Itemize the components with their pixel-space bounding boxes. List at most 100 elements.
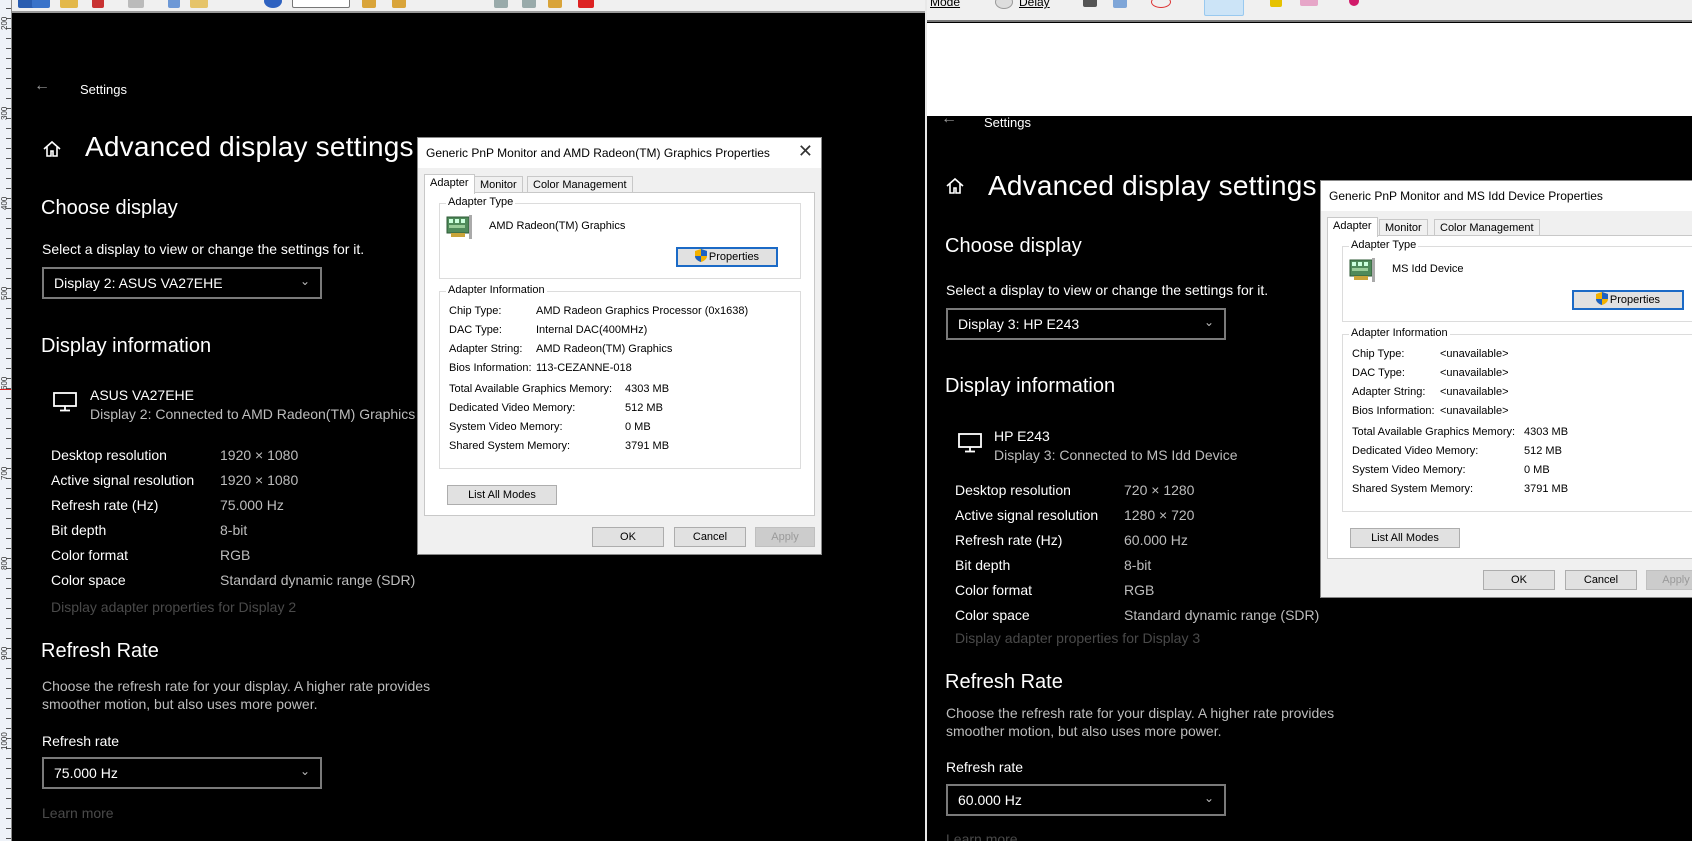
tab-color-management[interactable]: Color Management xyxy=(527,176,633,193)
adapter-info-label: Adapter String: xyxy=(1352,386,1426,398)
back-arrow-icon[interactable]: ← xyxy=(941,110,957,128)
ruler-tick xyxy=(6,178,11,179)
ruler-tick xyxy=(6,228,11,229)
graphics-card-icon xyxy=(1349,258,1375,282)
toolbar-page-icon[interactable] xyxy=(522,0,536,8)
tab-adapter[interactable]: Adapter xyxy=(1327,217,1378,237)
highlighter-icon[interactable] xyxy=(1270,0,1282,7)
toolbar-zoom-out-icon[interactable] xyxy=(392,0,406,8)
display-select-dropdown[interactable]: Display 2: ASUS VA27EHE ⌄ xyxy=(42,267,322,299)
ruler-tick xyxy=(6,318,11,319)
refresh-rate-description-1: Choose the refresh rate for your display… xyxy=(946,705,1335,721)
dialog-titlebar[interactable]: Generic PnP Monitor and MS Idd Device Pr… xyxy=(1321,181,1692,211)
copy-icon[interactable] xyxy=(1113,0,1127,8)
cancel-button[interactable]: Cancel xyxy=(1565,570,1637,590)
toolbar-table-icon[interactable] xyxy=(32,0,50,8)
apply-button[interactable]: Apply xyxy=(1646,570,1692,590)
save-icon[interactable] xyxy=(1083,0,1097,7)
home-icon[interactable] xyxy=(42,139,62,159)
choose-display-description: Select a display to view or change the s… xyxy=(42,241,365,257)
toolbar-copy-icon[interactable] xyxy=(168,0,180,8)
learn-more-link[interactable]: Learn more xyxy=(42,805,114,821)
display-info-label: Color space xyxy=(51,572,126,588)
toolbar-cut-icon[interactable] xyxy=(92,0,104,8)
toolbar-exit-icon[interactable] xyxy=(578,0,594,8)
adapter-information-label: Adapter Information xyxy=(1349,327,1450,339)
delay-clock-icon xyxy=(995,0,1013,9)
adapter-properties-button[interactable]: Properties xyxy=(1572,290,1684,310)
display-select-value: Display 2: ASUS VA27EHE xyxy=(54,275,223,291)
refresh-rate-dropdown[interactable]: 60.000 Hz ⌄ xyxy=(946,784,1226,816)
toolbar-scissors-icon[interactable] xyxy=(128,0,144,8)
ruler-cursor-marker xyxy=(0,389,11,390)
display-info-label: Active signal resolution xyxy=(955,507,1099,523)
tab-color-management[interactable]: Color Management xyxy=(1434,219,1540,236)
memory-info-label: Shared System Memory: xyxy=(449,440,571,452)
ruler-tick xyxy=(6,348,11,349)
toolbar-zoom-in-icon[interactable] xyxy=(362,0,376,8)
send-snip-icon[interactable] xyxy=(1151,0,1171,8)
display-info-label: Bit depth xyxy=(51,522,107,538)
ruler-tick xyxy=(6,138,11,139)
pen-tool-button[interactable] xyxy=(1204,0,1244,16)
adapter-type-label: Adapter Type xyxy=(446,196,516,208)
toolbar-tool-icon[interactable] xyxy=(548,0,562,8)
ok-button[interactable]: OK xyxy=(592,527,664,547)
ruler-tick xyxy=(6,68,11,69)
ruler-tick xyxy=(6,588,11,589)
memory-info-value: 0 MB xyxy=(625,421,651,433)
dialog-titlebar[interactable]: Generic PnP Monitor and AMD Radeon(TM) G… xyxy=(418,138,821,168)
ruler-tick xyxy=(6,168,11,169)
ruler-tick xyxy=(6,488,11,489)
home-icon[interactable] xyxy=(945,176,965,196)
refresh-rate-heading: Refresh Rate xyxy=(945,671,1063,693)
display-adapter-properties-link[interactable]: Display adapter properties for Display 3 xyxy=(955,630,1200,646)
memory-info-label: Dedicated Video Memory: xyxy=(449,402,576,414)
adapter-properties-button[interactable]: Properties xyxy=(676,247,778,267)
tab-adapter[interactable]: Adapter xyxy=(424,174,475,194)
display-info-label: Refresh rate (Hz) xyxy=(955,532,1063,548)
adapter-name: AMD Radeon(TM) Graphics xyxy=(489,220,626,232)
toolbar-zoom-input[interactable] xyxy=(292,0,350,8)
list-all-modes-button[interactable]: List All Modes xyxy=(1350,528,1460,548)
tab-monitor[interactable]: Monitor xyxy=(474,176,523,193)
apply-button[interactable]: Apply xyxy=(755,527,815,547)
memory-info-value: 512 MB xyxy=(1524,445,1562,457)
adapter-tab-panel: Adapter Type AMD Radeon(TM) Graphics Pro… xyxy=(424,192,815,516)
refresh-rate-dropdown[interactable]: 75.000 Hz ⌄ xyxy=(42,757,322,789)
toolbar-print-icon[interactable] xyxy=(60,0,78,8)
ok-button[interactable]: OK xyxy=(1483,570,1555,590)
toolbar-paste-icon[interactable] xyxy=(190,0,208,8)
paint-icon[interactable] xyxy=(1349,0,1359,6)
cancel-button[interactable]: Cancel xyxy=(674,527,746,547)
learn-more-link[interactable]: Learn more xyxy=(946,831,1018,841)
ruler-tick xyxy=(6,258,11,259)
ruler-label: 800 xyxy=(0,556,9,570)
monitor-icon xyxy=(958,433,982,453)
toolbar-globe-icon[interactable] xyxy=(264,0,282,8)
mode-menu[interactable]: Mode xyxy=(930,0,960,9)
ruler-tick xyxy=(6,618,11,619)
ruler-tick xyxy=(6,678,11,679)
ruler-tick xyxy=(6,788,11,789)
toolbar-print-preview-icon[interactable] xyxy=(494,0,508,8)
display-info-value: 75.000 Hz xyxy=(220,497,284,513)
display-adapter-properties-link[interactable]: Display adapter properties for Display 2 xyxy=(51,599,296,615)
close-icon[interactable]: ✕ xyxy=(798,141,813,162)
delay-menu[interactable]: Delay xyxy=(1019,0,1050,9)
ruler-label: 1000 xyxy=(0,732,9,750)
memory-info-label: Total Available Graphics Memory: xyxy=(1352,426,1516,438)
adapter-info-label: Bios Information: xyxy=(449,362,532,374)
back-arrow-icon[interactable]: ← xyxy=(34,77,50,95)
display-info-value: Standard dynamic range (SDR) xyxy=(1124,607,1320,623)
ruler-tick xyxy=(6,508,11,509)
eraser-icon[interactable] xyxy=(1300,0,1318,6)
ruler-tick xyxy=(6,428,11,429)
uac-shield-icon xyxy=(694,249,707,262)
ruler-tick xyxy=(6,48,11,49)
display-select-dropdown[interactable]: Display 3: HP E243 ⌄ xyxy=(946,308,1226,340)
memory-info-label: System Video Memory: xyxy=(1352,464,1466,476)
display-info-value: Standard dynamic range (SDR) xyxy=(220,572,416,588)
list-all-modes-button[interactable]: List All Modes xyxy=(447,485,557,505)
tab-monitor[interactable]: Monitor xyxy=(1379,219,1428,236)
